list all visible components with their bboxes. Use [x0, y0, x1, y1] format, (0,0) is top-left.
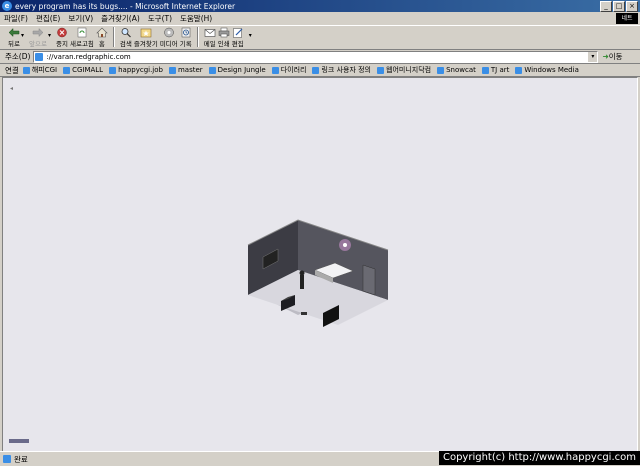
link-item[interactable]: 링크 사용자 정의 [312, 65, 371, 75]
status-text: 완료 [14, 454, 28, 464]
history-button[interactable]: 기록 [180, 26, 192, 49]
link-item[interactable]: Snowcat [437, 66, 476, 74]
page-content: ◂ [2, 77, 638, 452]
window-title: every program has its bugs.... - Microso… [15, 1, 236, 11]
window-controls: _ □ × [600, 0, 638, 12]
forward-arrow-icon [32, 27, 44, 38]
search-icon [121, 28, 131, 38]
close-icon[interactable]: × [626, 0, 638, 12]
minimize-icon[interactable]: _ [600, 0, 612, 12]
menu-bar: 파일(F) 편집(E) 보기(V) 즐겨찾기(A) 도구(T) 도움말(H) 네… [0, 12, 640, 26]
page-icon [515, 66, 523, 74]
ie-logo-icon: e [2, 1, 12, 11]
mail-button[interactable]: 메일 [204, 26, 216, 49]
address-bar: 주소(D) ://varan.redgraphic.com ▾ ➜이동 [0, 50, 640, 64]
signature-logo [9, 439, 29, 443]
go-button[interactable]: ➜이동 [602, 51, 622, 62]
toolbar-separator [112, 27, 115, 47]
media-button[interactable]: 미디어 [160, 26, 178, 49]
page-icon [312, 66, 320, 74]
link-item[interactable]: master [168, 66, 203, 74]
favorites-button[interactable]: 즐겨찾기 [134, 26, 158, 49]
menu-help[interactable]: 도움말(H) [176, 13, 216, 24]
page-icon [109, 66, 117, 74]
copyright-banner: Copyright(c) http://www.happycgi.com [438, 451, 640, 465]
go-label: 이동 [608, 52, 623, 61]
title-bar: e every program has its bugs.... - Micro… [0, 0, 640, 12]
toolbar-separator [196, 27, 199, 47]
page-icon [63, 66, 71, 74]
link-item[interactable]: 다이러리 [271, 65, 306, 75]
link-item[interactable]: 웹어미니지닥컴 [377, 65, 431, 75]
home-icon [96, 27, 108, 38]
page-icon [481, 66, 489, 74]
printer-icon [218, 27, 230, 38]
back-arrow-icon [8, 27, 20, 38]
page-icon [22, 66, 30, 74]
favorites-icon [140, 28, 152, 38]
link-item[interactable]: Windows Media [515, 66, 579, 74]
links-label: 연결 [5, 65, 19, 75]
menu-tools[interactable]: 도구(T) [144, 13, 176, 24]
menu-favorites[interactable]: 즐겨찾기(A) [97, 13, 144, 24]
link-item[interactable]: Design Jungle [208, 66, 266, 74]
stop-icon [57, 27, 67, 38]
history-icon [181, 27, 191, 38]
print-button[interactable]: 인쇄 [218, 26, 230, 49]
address-dropdown-icon[interactable]: ▾ [588, 51, 598, 62]
edit-dropdown-icon[interactable]: ▾ [249, 32, 252, 39]
page-icon [271, 66, 279, 74]
address-value: ://varan.redgraphic.com [46, 52, 131, 61]
link-item[interactable]: TJ art [481, 66, 509, 74]
edit-button[interactable]: 편집 [232, 26, 244, 49]
link-item[interactable]: happycgi.job [109, 66, 163, 74]
link-item[interactable]: CGIMALL [63, 66, 103, 74]
menu-edit[interactable]: 편집(E) [32, 13, 64, 24]
isometric-room-illustration[interactable] [243, 215, 393, 335]
scroll-arrow-icon[interactable]: ◂ [10, 85, 13, 92]
mail-icon [204, 29, 216, 37]
page-icon [208, 66, 216, 74]
home-button[interactable]: 홈 [96, 26, 108, 49]
media-icon [164, 27, 174, 38]
page-icon [35, 52, 44, 61]
brand-box: 네트 [616, 13, 638, 24]
refresh-button[interactable]: 새로고침 [70, 26, 94, 49]
edit-icon [233, 28, 243, 38]
page-icon [377, 66, 384, 74]
links-bar: 연결 해피CGI CGIMALL happycgi.job master Des… [0, 64, 640, 77]
menu-file[interactable]: 파일(F) [0, 13, 32, 24]
page-icon [168, 66, 176, 74]
page-icon [437, 66, 445, 74]
page-icon [3, 455, 11, 463]
menu-view[interactable]: 보기(V) [64, 13, 97, 24]
address-label: 주소(D) [5, 52, 31, 61]
refresh-icon [77, 27, 87, 38]
standard-toolbar: 뒤로 ▾ 앞으로 ▾ 중지 새로고침 홈 검색 즐겨찾기 미디어 기록 메일 인 [0, 26, 640, 50]
search-button[interactable]: 검색 [120, 26, 132, 49]
forward-button[interactable]: 앞으로 [29, 26, 47, 49]
back-button[interactable]: 뒤로 [8, 26, 20, 49]
link-item[interactable]: 해피CGI [22, 65, 57, 75]
stop-button[interactable]: 중지 [56, 26, 68, 49]
forward-dropdown-icon[interactable]: ▾ [48, 32, 51, 39]
back-dropdown-icon[interactable]: ▾ [21, 32, 24, 39]
maximize-icon[interactable]: □ [613, 0, 625, 12]
address-input[interactable]: ://varan.redgraphic.com ▾ [33, 50, 599, 63]
